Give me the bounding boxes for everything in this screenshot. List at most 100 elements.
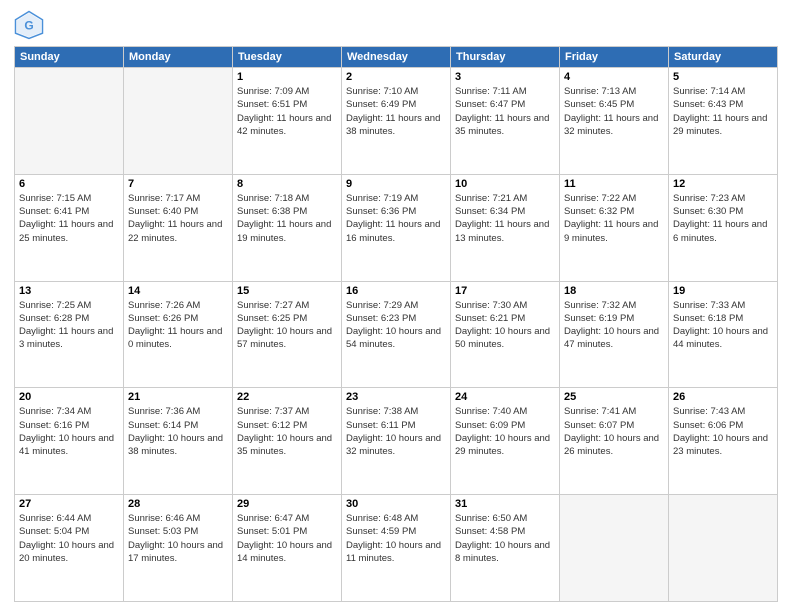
day-number: 4 bbox=[564, 71, 664, 83]
calendar-header-row: SundayMondayTuesdayWednesdayThursdayFrid… bbox=[15, 47, 778, 68]
day-number: 24 bbox=[455, 391, 555, 403]
day-info: Sunrise: 7:26 AMSunset: 6:26 PMDaylight:… bbox=[128, 300, 222, 351]
day-number: 10 bbox=[455, 178, 555, 190]
day-info: Sunrise: 7:33 AMSunset: 6:18 PMDaylight:… bbox=[673, 300, 768, 351]
day-info: Sunrise: 7:37 AMSunset: 6:12 PMDaylight:… bbox=[237, 406, 332, 457]
calendar-week-row: 27 Sunrise: 6:44 AMSunset: 5:04 PMDaylig… bbox=[15, 495, 778, 602]
calendar-cell: 28 Sunrise: 6:46 AMSunset: 5:03 PMDaylig… bbox=[124, 495, 233, 602]
day-number: 3 bbox=[455, 71, 555, 83]
calendar: SundayMondayTuesdayWednesdayThursdayFrid… bbox=[14, 46, 778, 602]
day-info: Sunrise: 7:36 AMSunset: 6:14 PMDaylight:… bbox=[128, 406, 223, 457]
calendar-cell: 27 Sunrise: 6:44 AMSunset: 5:04 PMDaylig… bbox=[15, 495, 124, 602]
day-number: 12 bbox=[673, 178, 773, 190]
svg-text:G: G bbox=[24, 19, 33, 33]
day-info: Sunrise: 7:22 AMSunset: 6:32 PMDaylight:… bbox=[564, 193, 658, 244]
calendar-week-row: 6 Sunrise: 7:15 AMSunset: 6:41 PMDayligh… bbox=[15, 174, 778, 281]
day-number: 8 bbox=[237, 178, 337, 190]
day-info: Sunrise: 7:41 AMSunset: 6:07 PMDaylight:… bbox=[564, 406, 659, 457]
day-number: 21 bbox=[128, 391, 228, 403]
calendar-cell: 14 Sunrise: 7:26 AMSunset: 6:26 PMDaylig… bbox=[124, 281, 233, 388]
calendar-cell: 3 Sunrise: 7:11 AMSunset: 6:47 PMDayligh… bbox=[451, 68, 560, 175]
calendar-cell: 23 Sunrise: 7:38 AMSunset: 6:11 PMDaylig… bbox=[342, 388, 451, 495]
day-info: Sunrise: 6:44 AMSunset: 5:04 PMDaylight:… bbox=[19, 513, 114, 564]
day-number: 5 bbox=[673, 71, 773, 83]
day-number: 19 bbox=[673, 285, 773, 297]
day-info: Sunrise: 7:43 AMSunset: 6:06 PMDaylight:… bbox=[673, 406, 768, 457]
calendar-cell: 20 Sunrise: 7:34 AMSunset: 6:16 PMDaylig… bbox=[15, 388, 124, 495]
day-info: Sunrise: 7:09 AMSunset: 6:51 PMDaylight:… bbox=[237, 86, 331, 137]
calendar-cell: 9 Sunrise: 7:19 AMSunset: 6:36 PMDayligh… bbox=[342, 174, 451, 281]
day-info: Sunrise: 7:19 AMSunset: 6:36 PMDaylight:… bbox=[346, 193, 440, 244]
calendar-cell: 2 Sunrise: 7:10 AMSunset: 6:49 PMDayligh… bbox=[342, 68, 451, 175]
day-info: Sunrise: 7:21 AMSunset: 6:34 PMDaylight:… bbox=[455, 193, 549, 244]
calendar-cell: 21 Sunrise: 7:36 AMSunset: 6:14 PMDaylig… bbox=[124, 388, 233, 495]
day-info: Sunrise: 7:10 AMSunset: 6:49 PMDaylight:… bbox=[346, 86, 440, 137]
day-number: 7 bbox=[128, 178, 228, 190]
calendar-cell: 7 Sunrise: 7:17 AMSunset: 6:40 PMDayligh… bbox=[124, 174, 233, 281]
calendar-cell bbox=[124, 68, 233, 175]
calendar-day-header: Monday bbox=[124, 47, 233, 68]
calendar-week-row: 1 Sunrise: 7:09 AMSunset: 6:51 PMDayligh… bbox=[15, 68, 778, 175]
calendar-day-header: Friday bbox=[560, 47, 669, 68]
day-number: 18 bbox=[564, 285, 664, 297]
calendar-cell: 5 Sunrise: 7:14 AMSunset: 6:43 PMDayligh… bbox=[669, 68, 778, 175]
calendar-cell: 13 Sunrise: 7:25 AMSunset: 6:28 PMDaylig… bbox=[15, 281, 124, 388]
header: G bbox=[14, 10, 778, 40]
calendar-cell bbox=[15, 68, 124, 175]
day-info: Sunrise: 6:50 AMSunset: 4:58 PMDaylight:… bbox=[455, 513, 550, 564]
day-info: Sunrise: 7:25 AMSunset: 6:28 PMDaylight:… bbox=[19, 300, 113, 351]
calendar-day-header: Wednesday bbox=[342, 47, 451, 68]
calendar-cell: 29 Sunrise: 6:47 AMSunset: 5:01 PMDaylig… bbox=[233, 495, 342, 602]
calendar-cell: 24 Sunrise: 7:40 AMSunset: 6:09 PMDaylig… bbox=[451, 388, 560, 495]
day-number: 11 bbox=[564, 178, 664, 190]
day-number: 13 bbox=[19, 285, 119, 297]
calendar-cell: 8 Sunrise: 7:18 AMSunset: 6:38 PMDayligh… bbox=[233, 174, 342, 281]
day-info: Sunrise: 7:13 AMSunset: 6:45 PMDaylight:… bbox=[564, 86, 658, 137]
day-info: Sunrise: 6:46 AMSunset: 5:03 PMDaylight:… bbox=[128, 513, 223, 564]
logo: G bbox=[14, 10, 48, 40]
day-number: 9 bbox=[346, 178, 446, 190]
day-number: 22 bbox=[237, 391, 337, 403]
day-number: 20 bbox=[19, 391, 119, 403]
day-info: Sunrise: 7:30 AMSunset: 6:21 PMDaylight:… bbox=[455, 300, 550, 351]
day-info: Sunrise: 7:11 AMSunset: 6:47 PMDaylight:… bbox=[455, 86, 549, 137]
day-number: 17 bbox=[455, 285, 555, 297]
day-info: Sunrise: 7:27 AMSunset: 6:25 PMDaylight:… bbox=[237, 300, 332, 351]
day-info: Sunrise: 7:15 AMSunset: 6:41 PMDaylight:… bbox=[19, 193, 113, 244]
calendar-day-header: Thursday bbox=[451, 47, 560, 68]
calendar-cell: 18 Sunrise: 7:32 AMSunset: 6:19 PMDaylig… bbox=[560, 281, 669, 388]
calendar-cell: 4 Sunrise: 7:13 AMSunset: 6:45 PMDayligh… bbox=[560, 68, 669, 175]
calendar-cell: 11 Sunrise: 7:22 AMSunset: 6:32 PMDaylig… bbox=[560, 174, 669, 281]
calendar-cell: 6 Sunrise: 7:15 AMSunset: 6:41 PMDayligh… bbox=[15, 174, 124, 281]
day-number: 28 bbox=[128, 498, 228, 510]
calendar-cell: 17 Sunrise: 7:30 AMSunset: 6:21 PMDaylig… bbox=[451, 281, 560, 388]
calendar-cell: 26 Sunrise: 7:43 AMSunset: 6:06 PMDaylig… bbox=[669, 388, 778, 495]
page: G SundayMondayTuesdayWednesdayThursdayFr… bbox=[0, 0, 792, 612]
calendar-cell: 1 Sunrise: 7:09 AMSunset: 6:51 PMDayligh… bbox=[233, 68, 342, 175]
day-number: 16 bbox=[346, 285, 446, 297]
day-info: Sunrise: 7:38 AMSunset: 6:11 PMDaylight:… bbox=[346, 406, 441, 457]
calendar-cell: 19 Sunrise: 7:33 AMSunset: 6:18 PMDaylig… bbox=[669, 281, 778, 388]
day-info: Sunrise: 6:48 AMSunset: 4:59 PMDaylight:… bbox=[346, 513, 441, 564]
day-number: 15 bbox=[237, 285, 337, 297]
day-info: Sunrise: 6:47 AMSunset: 5:01 PMDaylight:… bbox=[237, 513, 332, 564]
calendar-cell: 22 Sunrise: 7:37 AMSunset: 6:12 PMDaylig… bbox=[233, 388, 342, 495]
calendar-day-header: Tuesday bbox=[233, 47, 342, 68]
calendar-cell bbox=[560, 495, 669, 602]
day-number: 27 bbox=[19, 498, 119, 510]
day-number: 30 bbox=[346, 498, 446, 510]
calendar-day-header: Sunday bbox=[15, 47, 124, 68]
day-info: Sunrise: 7:18 AMSunset: 6:38 PMDaylight:… bbox=[237, 193, 331, 244]
day-number: 2 bbox=[346, 71, 446, 83]
calendar-week-row: 20 Sunrise: 7:34 AMSunset: 6:16 PMDaylig… bbox=[15, 388, 778, 495]
calendar-cell: 10 Sunrise: 7:21 AMSunset: 6:34 PMDaylig… bbox=[451, 174, 560, 281]
day-info: Sunrise: 7:14 AMSunset: 6:43 PMDaylight:… bbox=[673, 86, 767, 137]
day-number: 29 bbox=[237, 498, 337, 510]
day-number: 6 bbox=[19, 178, 119, 190]
day-info: Sunrise: 7:40 AMSunset: 6:09 PMDaylight:… bbox=[455, 406, 550, 457]
calendar-cell: 15 Sunrise: 7:27 AMSunset: 6:25 PMDaylig… bbox=[233, 281, 342, 388]
calendar-cell bbox=[669, 495, 778, 602]
calendar-cell: 16 Sunrise: 7:29 AMSunset: 6:23 PMDaylig… bbox=[342, 281, 451, 388]
calendar-cell: 30 Sunrise: 6:48 AMSunset: 4:59 PMDaylig… bbox=[342, 495, 451, 602]
calendar-cell: 25 Sunrise: 7:41 AMSunset: 6:07 PMDaylig… bbox=[560, 388, 669, 495]
